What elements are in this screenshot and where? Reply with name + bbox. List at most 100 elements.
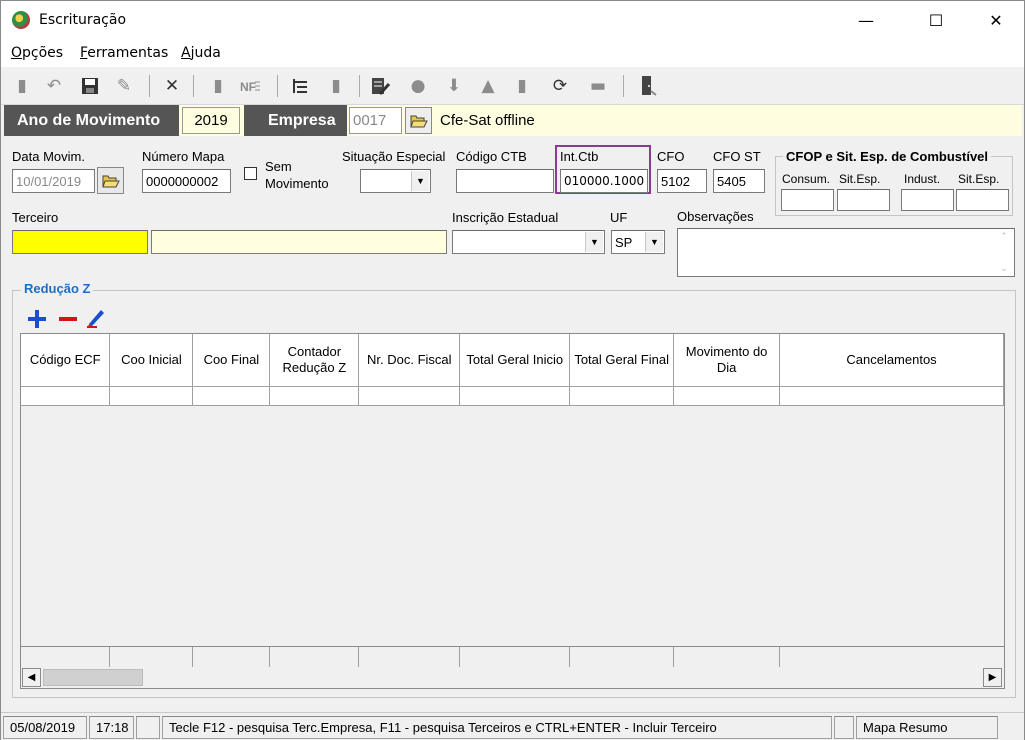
inscricao-estadual-select[interactable]: ▼	[452, 230, 605, 254]
refresh-report-icon[interactable]: ⟳	[547, 73, 573, 99]
export-icon[interactable]: ▮	[323, 73, 349, 99]
col-movimento-do-dia[interactable]: Movimento do Dia	[673, 334, 781, 387]
header-strip: Ano de Movimento 2019 Empresa 0017 Cfe-S…	[4, 105, 1022, 136]
add-icon[interactable]	[26, 308, 48, 330]
reducao-z-title: Redução Z	[21, 281, 94, 296]
uf-select[interactable]: SP ▼	[611, 230, 665, 254]
status-bar: 05/08/2019 17:18 Tecle F12 - pesquisa Te…	[1, 712, 1024, 740]
scroll-up-icon[interactable]: ⌃	[1000, 231, 1008, 242]
delete-record-icon[interactable]: ✎	[111, 73, 137, 99]
cfo-label: CFO	[657, 149, 685, 164]
scroll-right-icon[interactable]: ▶	[983, 668, 1002, 687]
inscricao-estadual-label: Inscrição Estadual	[452, 210, 559, 225]
toolbar-separator	[149, 75, 150, 97]
col-coo-inicial[interactable]: Coo Inicial	[109, 334, 194, 387]
col-contador-reducao-z[interactable]: Contador Redução Z	[269, 334, 360, 387]
table-cell[interactable]	[779, 386, 1004, 406]
menu-ajuda-text: juda	[190, 45, 221, 61]
menu-ferramentas[interactable]: Ferramentas	[80, 45, 168, 61]
codigo-ctb-field[interactable]	[456, 169, 554, 193]
data-movim-field[interactable]: 10/01/2019	[12, 169, 95, 193]
cfo-st-field[interactable]: 5405	[713, 169, 765, 193]
chevron-down-icon[interactable]: ▼	[585, 232, 603, 252]
minus-bar-icon[interactable]: ▬	[585, 73, 611, 99]
status-empty-panel	[834, 716, 854, 739]
indust-field[interactable]	[901, 189, 954, 211]
sit-esp-field-2[interactable]	[956, 189, 1009, 211]
col-codigo-ecf[interactable]: Código ECF	[21, 334, 111, 387]
status-mode: Mapa Resumo	[856, 716, 998, 739]
download-icon[interactable]: ⬇	[441, 73, 467, 99]
scrollbar-thumb[interactable]	[43, 669, 143, 686]
remove-icon[interactable]	[57, 308, 79, 330]
nfe-icon[interactable]: NF	[237, 73, 263, 99]
table-cell[interactable]	[358, 386, 461, 406]
sem-movimento-checkbox[interactable]	[244, 167, 257, 180]
exit-door-icon[interactable]	[635, 73, 661, 99]
ano-movimento-field[interactable]: 2019	[182, 107, 240, 134]
observacoes-label: Observações	[677, 209, 754, 224]
undo-icon[interactable]: ↶	[41, 73, 67, 99]
consum-label: Consum.	[782, 172, 831, 186]
sit-esp-field-1[interactable]	[837, 189, 890, 211]
minimize-button[interactable]: —	[843, 1, 889, 39]
col-coo-final[interactable]: Coo Final	[192, 334, 271, 387]
consum-field[interactable]	[781, 189, 834, 211]
table-cell[interactable]	[109, 386, 194, 406]
menu-ajuda[interactable]: Ajuda	[181, 45, 221, 61]
menu-opcoes-accel: O	[11, 45, 23, 61]
save-icon[interactable]	[77, 73, 103, 99]
codigo-ctb-label: Código CTB	[456, 149, 527, 164]
document-icon[interactable]: ▮	[205, 73, 231, 99]
data-movim-folder-icon[interactable]	[97, 167, 124, 194]
scroll-down-icon[interactable]: ⌄	[1000, 263, 1008, 274]
toolbar-separator	[193, 75, 194, 97]
table-cell[interactable]	[21, 386, 111, 406]
reducao-z-grid[interactable]: Código ECF Coo Inicial Coo Final Contado…	[20, 333, 1005, 689]
table-row[interactable]	[21, 386, 1004, 406]
apple-icon[interactable]: ●	[405, 73, 431, 99]
horizontal-scrollbar[interactable]: ◀ ▶	[21, 667, 1004, 688]
terceiro-code-field[interactable]	[12, 230, 148, 254]
window-title: Escrituração	[39, 12, 127, 28]
col-nr-doc-fiscal[interactable]: Nr. Doc. Fiscal	[358, 334, 461, 387]
table-cell[interactable]	[673, 386, 781, 406]
scroll-left-icon[interactable]: ◀	[22, 668, 41, 687]
menu-opcoes-text: pções	[22, 45, 64, 61]
folder-open-icon[interactable]	[405, 107, 432, 134]
table-cell[interactable]	[269, 386, 360, 406]
toolbar-separator	[359, 75, 360, 97]
col-total-geral-final[interactable]: Total Geral Final	[569, 334, 675, 387]
edit-pencil-icon[interactable]	[85, 306, 107, 328]
menu-opcoes[interactable]: Opções	[11, 45, 63, 61]
sem-movimento-label-2: Movimento	[265, 176, 329, 191]
cancel-icon[interactable]: ✕	[159, 73, 185, 99]
int-ctb-field[interactable]: 010000.1000	[560, 169, 648, 193]
close-button[interactable]: ✕	[973, 1, 1019, 39]
col-total-geral-inicio[interactable]: Total Geral Inicio	[459, 334, 571, 387]
situacao-especial-select[interactable]: ▼	[360, 169, 431, 193]
terceiro-label: Terceiro	[12, 210, 59, 225]
status-date: 05/08/2019	[3, 716, 87, 739]
observacoes-textarea[interactable]: ⌃ ⌄	[677, 228, 1015, 277]
observacoes-scrollbar[interactable]: ⌃ ⌄	[996, 231, 1012, 274]
book-icon[interactable]: ▮	[509, 73, 535, 99]
menu-bar: Opções Ferramentas Ajuda	[1, 39, 1024, 67]
cfo-field[interactable]: 5102	[657, 169, 707, 193]
table-cell[interactable]	[192, 386, 271, 406]
edit-report-icon[interactable]	[367, 73, 393, 99]
col-cancelamentos[interactable]: Cancelamentos	[779, 334, 1004, 387]
chevron-down-icon[interactable]: ▼	[645, 232, 663, 252]
numero-mapa-field[interactable]: 0000000002	[142, 169, 231, 193]
footer-cell	[359, 647, 460, 668]
application-window: Escrituração — ☐ ✕ Opções Ferramentas Aj…	[0, 0, 1025, 740]
tree-list-icon[interactable]	[287, 73, 313, 99]
maximize-button[interactable]: ☐	[913, 1, 959, 39]
chevron-down-icon[interactable]: ▼	[411, 171, 429, 191]
home-icon[interactable]: ▲	[475, 73, 501, 99]
empresa-code-field[interactable]: 0017	[349, 107, 402, 134]
table-cell[interactable]	[459, 386, 571, 406]
table-cell[interactable]	[569, 386, 675, 406]
new-document-icon[interactable]: ▮	[9, 73, 35, 99]
terceiro-name-field[interactable]	[151, 230, 447, 254]
